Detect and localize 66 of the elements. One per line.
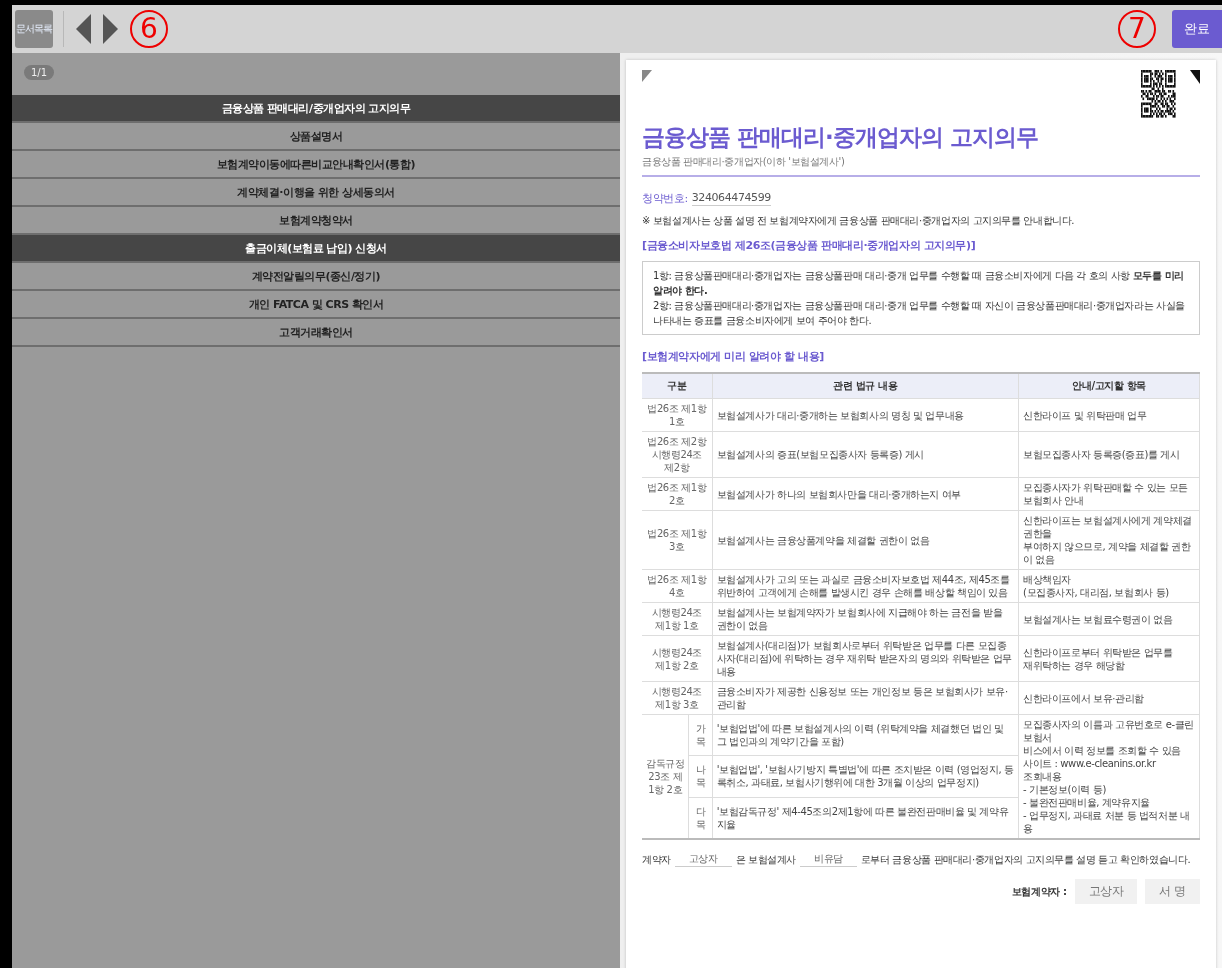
name-box[interactable]: 고상자 bbox=[1074, 879, 1138, 904]
table-cell: 가목 bbox=[688, 714, 713, 756]
corner-triangle-icon bbox=[642, 70, 652, 82]
document-list-item[interactable]: 보험계약이동에따른비교안내확인서(통합) bbox=[12, 151, 620, 179]
table-cell: 나목 bbox=[688, 755, 713, 798]
table-cell: 신한라이프는 보험설계사에게 계약체결 권한을 부여하지 않으므로, 계약을 체결할 권한이 없음 bbox=[1018, 510, 1200, 570]
confirmation-text: 계약자 bbox=[642, 853, 671, 867]
table-cell: '보험업법'에 따른 보험설계사의 이력 (위탁계약을 체결했던 법인 및 그 법인과의 계약기간을 포함) bbox=[712, 714, 1019, 756]
law-text: 1항: 금융상품판매대리·중개업자는 금융상품판매 대리·중개 업무를 수행할 때 금융소비자에게 다음 각 호의 사항 모두를 미리 알려야 한다. bbox=[653, 269, 1185, 298]
fill-in-line[interactable]: 고상자 bbox=[674, 852, 732, 867]
annotation-marker: 7 bbox=[1118, 10, 1156, 48]
table-cell: 신한라이프 및 위탁판매 업무 bbox=[1018, 398, 1200, 432]
fill-in-line[interactable]: 비유담 bbox=[800, 852, 857, 867]
annotation-marker: 6 bbox=[130, 10, 168, 48]
document-list-item[interactable]: 상품설명서 bbox=[12, 123, 620, 151]
done-button[interactable]: 완료 bbox=[1172, 10, 1222, 48]
column-header: 관련 법규 내용 bbox=[712, 373, 1019, 399]
table-cell: 보험설계사(대리점)가 보험회사로부터 위탁받은 업무를 다른 모집종사자(대리점)에 위탁하는 경우 재위탁 받은자의 명의와 위탁받은 업무 내용 bbox=[712, 635, 1019, 682]
table-cell: 법26조 제1항 2호 bbox=[642, 477, 713, 511]
next-button[interactable] bbox=[102, 13, 120, 45]
law-text: 2항: 금융상품판매대리·중개업자는 금융상품판매 대리·중개 업무를 수행할 때 자신이 금융상품판매대리·중개업자라는 사실을 나타내는 증표를 금융소비자에게 보여 주어야 한다. bbox=[653, 299, 1186, 328]
document-list-button[interactable]: 문서목록 bbox=[15, 10, 53, 48]
field-label: 청약번호: bbox=[642, 191, 688, 206]
corner-triangle-icon bbox=[1190, 70, 1200, 84]
document-list-item[interactable]: 개인 FATCA 및 CRS 확인서 bbox=[12, 291, 620, 319]
document-subtitle: 금융상품 판매대리·중개업자(이하 '보험설계사') bbox=[642, 155, 1200, 177]
previous-button[interactable] bbox=[74, 13, 92, 45]
document-list-item[interactable]: 금융상품 판매대리/중개업자의 고지의무 bbox=[12, 95, 620, 123]
table-cell: 금융소비자가 제공한 신용정보 또는 개인정보 등은 보험회사가 보유·관리함 bbox=[712, 681, 1019, 715]
table-cell: 시행령24조 제1항 1호 bbox=[642, 602, 713, 636]
intro-text: ※ 보험설계사는 상품 설명 전 보험계약자에게 금융상품 판매대리·중개업자의 고지의무를 안내합니다. bbox=[642, 214, 1076, 228]
document-list-item[interactable]: 출금이체(보험료 납입) 신청서 bbox=[12, 235, 620, 263]
document-list-item[interactable]: 계약전알릴의무(종신/정기) bbox=[12, 263, 620, 291]
table-cell: 보험모집종사자 등록증(증표)를 게시 bbox=[1018, 431, 1200, 478]
signature-box[interactable]: 서 명 bbox=[1145, 879, 1200, 904]
confirmation-text: 은 보험설계사 bbox=[735, 853, 796, 867]
qr-code bbox=[1141, 70, 1176, 118]
section-heading: [금융소비자보호법 제26조(금융상품 판매대리·중개업자의 고지의무)] bbox=[642, 238, 977, 253]
contract-number: 324064474599 bbox=[691, 191, 771, 206]
table-cell: 보험설계사가 하나의 보험회사만을 대리·중개하는지 여부 bbox=[712, 477, 1019, 511]
confirmation-text: 로부터 금융상품 판매대리·중개업자의 고지의무를 설명 듣고 확인하였습니다. bbox=[860, 853, 1191, 867]
table-cell: 보험설계사가 고의 또는 과실로 금융소비자보호법 제44조, 제45조를 위반하여 고객에게 손해를 발생시킨 경우 손해를 배상할 책임이 있음 bbox=[712, 569, 1019, 603]
table-cell: 시행령24조 제1항 2호 bbox=[642, 635, 713, 682]
table-cell: 신한라이프에서 보유·관리함 bbox=[1018, 681, 1200, 715]
page-badge: 1/1 bbox=[24, 65, 55, 80]
signature-label: 보험계약자 : bbox=[1011, 884, 1067, 899]
section-heading: [보험계약자에게 미리 알려야 할 내용] bbox=[642, 349, 825, 364]
table-cell: 법26조 제1항 3호 bbox=[642, 510, 713, 570]
table-cell: 모집종사자의 이름과 고유번호로 e-클린보험서 비스에서 이력 정보를 조회할 수 있음 사이트 : www.e-cleanins.or.kr 조회내용 - 기본정보(이력 등) - 불완전판매비율, 계약유지율 - 업무정지, 과태료 처분 등 법적처분 내용 bbox=[1018, 714, 1200, 839]
table-cell: 법26조 제1항 1호 bbox=[642, 398, 713, 432]
column-header: 안내/고지할 항목 bbox=[1018, 373, 1200, 399]
table-cell: 보험설계사의 증표(보험모집종사자 등록증) 게시 bbox=[712, 431, 1019, 478]
table-cell: 모집종사자가 위탁판매할 수 있는 모든 보험회사 안내 bbox=[1018, 477, 1200, 511]
table-cell: 보험설계사는 금융상품계약을 체결할 권한이 없음 bbox=[712, 510, 1019, 570]
table-cell: 시행령24조 제1항 3호 bbox=[642, 681, 713, 715]
column-header: 구분 bbox=[642, 373, 713, 399]
table-cell: 보험설계사는 보험료수령권이 없음 bbox=[1018, 602, 1200, 636]
table-cell: 보험설계사가 대리·중개하는 보험회사의 명칭 및 업무내용 bbox=[712, 398, 1019, 432]
table-cell: 법26조 제2항 시행령24조 제2항 bbox=[642, 431, 713, 478]
document-title: 금융상품 판매대리·중개업자의 고지의무 bbox=[642, 123, 1039, 152]
table-cell: 보험설계사는 보험계약자가 보험회사에 지급해야 하는 금전을 받을 권한이 없음 bbox=[712, 602, 1019, 636]
table-cell: 법26조 제1항 4호 bbox=[642, 569, 713, 603]
table-cell: 신한라이프로부터 위탁받은 업무를 재위탁하는 경우 해당함 bbox=[1018, 635, 1200, 682]
table-cell: 배상책임자 (모집종사자, 대리점, 보험회사 등) bbox=[1018, 569, 1200, 603]
document-list-item[interactable]: 계약체결·이행을 위한 상세동의서 bbox=[12, 179, 620, 207]
document-list-item[interactable]: 고객거래확인서 bbox=[12, 319, 620, 347]
